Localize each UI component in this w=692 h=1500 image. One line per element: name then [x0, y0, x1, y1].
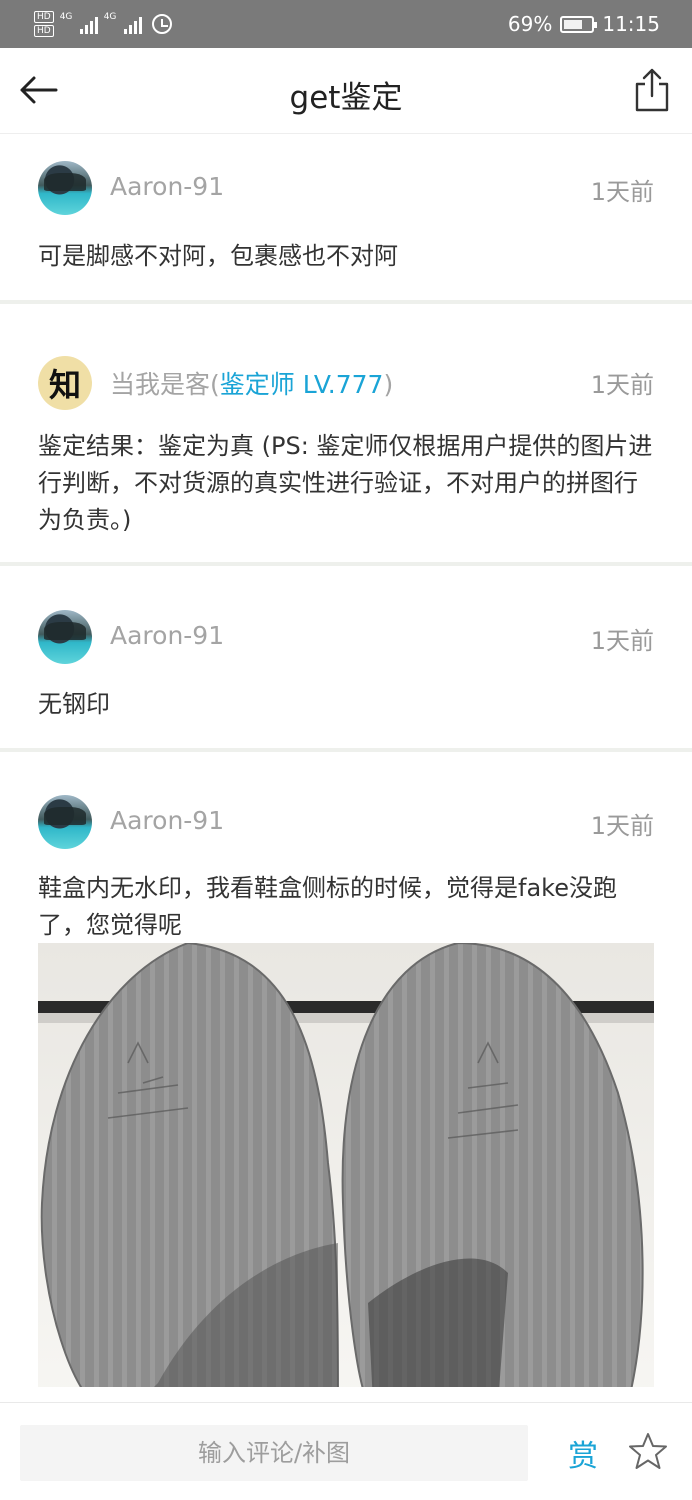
- user-name[interactable]: 当我是客(鉴定师 LV.777): [110, 365, 393, 401]
- shoe-insole-photo: [38, 943, 654, 1387]
- comment-item: Aaron-91 1天前 可是脚感不对阿，包裹感也不对阿: [0, 134, 692, 304]
- favorite-button[interactable]: [628, 1431, 668, 1471]
- comment-feed: Aaron-91 1天前 可是脚感不对阿，包裹感也不对阿 知 当我是客(鉴定师 …: [0, 134, 692, 1452]
- app-header: get鉴定: [0, 48, 692, 134]
- comment-item: 知 当我是客(鉴定师 LV.777) 1天前 鉴定结果：鉴定为真 (PS: 鉴定…: [0, 304, 692, 566]
- comment-item: Aaron-91 1天前 鞋盒内无水印，我看鞋盒侧标的时候，觉得是fake没跑了…: [0, 752, 692, 1452]
- signal-icon: 4G: [60, 12, 98, 36]
- status-left-icons: HD HD 4G 4G: [34, 6, 172, 42]
- timestamp: 1天前: [590, 371, 654, 399]
- star-outline-icon: [629, 1433, 667, 1469]
- status-bar: HD HD 4G 4G 69% 11:15: [0, 0, 692, 48]
- status-right: 69% 11:15: [508, 0, 660, 48]
- clock: 11:15: [602, 12, 660, 36]
- share-button[interactable]: [632, 66, 672, 114]
- alarm-icon: [151, 14, 172, 34]
- page-title: get鉴定: [289, 80, 403, 116]
- signal-icon: 4G: [104, 12, 142, 36]
- user-name[interactable]: Aaron-91: [110, 172, 224, 201]
- timestamp: 1天前: [590, 812, 654, 840]
- battery-icon: [560, 15, 598, 33]
- comment-text: 鉴定结果：鉴定为真 (PS: 鉴定师仅根据用户提供的图片进行判断，不对货源的真实…: [38, 432, 653, 534]
- avatar[interactable]: [38, 795, 92, 849]
- timestamp: 1天前: [590, 627, 654, 655]
- comment-item: Aaron-91 1天前 无钢印: [0, 566, 692, 752]
- share-icon: [635, 68, 669, 112]
- avatar[interactable]: [38, 610, 92, 664]
- reward-button[interactable]: 赏: [568, 1431, 598, 1475]
- user-name[interactable]: Aaron-91: [110, 621, 224, 650]
- comment-text: 可是脚感不对阿，包裹感也不对阿: [38, 242, 398, 270]
- battery-percent: 69%: [507, 12, 553, 36]
- timestamp: 1天前: [590, 178, 654, 206]
- hd-indicators: HD HD: [34, 11, 54, 37]
- expert-role-badge: 鉴定师 LV.777: [219, 370, 384, 399]
- comment-input[interactable]: [20, 1425, 528, 1481]
- hd-icon: HD: [34, 25, 54, 37]
- comment-photo[interactable]: [38, 943, 654, 1387]
- avatar[interactable]: [38, 161, 92, 215]
- comment-text: 鞋盒内无水印，我看鞋盒侧标的时候，觉得是fake没跑了，您觉得呢: [38, 874, 617, 939]
- user-name[interactable]: Aaron-91: [110, 806, 224, 835]
- hd-icon: HD: [34, 11, 54, 23]
- avatar[interactable]: 知: [38, 356, 92, 410]
- comment-text: 无钢印: [38, 690, 110, 718]
- bottom-action-bar: 赏: [0, 1402, 692, 1500]
